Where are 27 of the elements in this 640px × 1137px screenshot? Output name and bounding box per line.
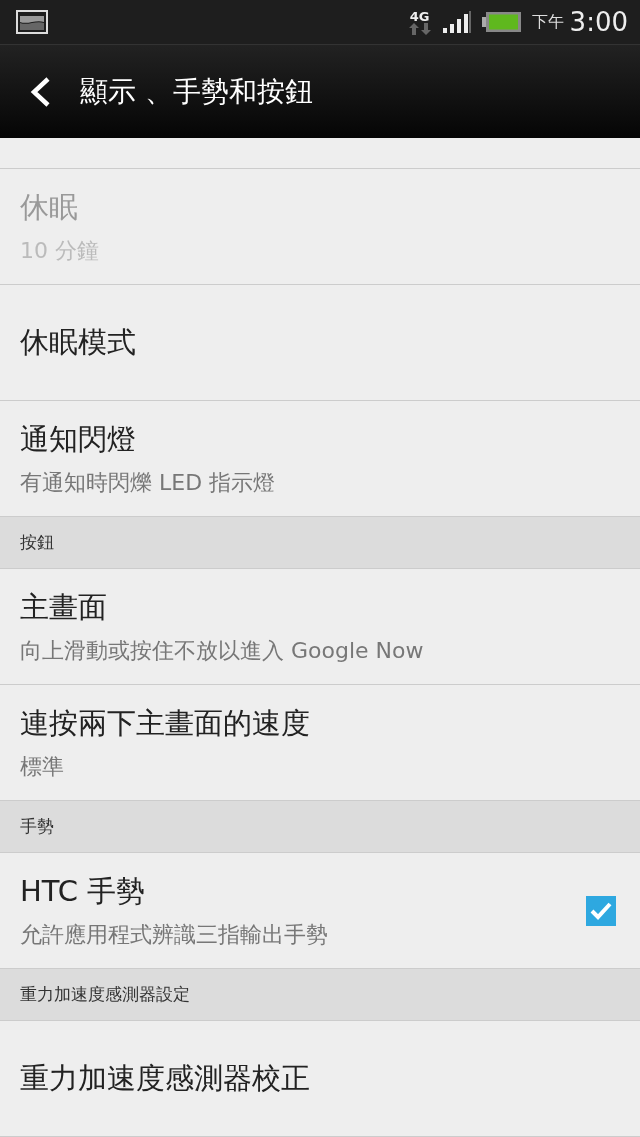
section-header: 手勢 bbox=[20, 815, 54, 838]
item-title: 休眠模式 bbox=[20, 323, 137, 361]
time-period: 下午 bbox=[531, 11, 564, 33]
clock: 3:00 bbox=[569, 7, 628, 37]
item-summary: 標準 bbox=[20, 752, 65, 781]
back-icon[interactable] bbox=[28, 75, 52, 108]
network-type: 4G bbox=[409, 9, 430, 23]
item-title: 連按兩下主畫面的速度 bbox=[20, 704, 311, 742]
data-arrows-icon bbox=[407, 22, 432, 35]
screen-title: 顯示 、手勢和按鈕 bbox=[80, 73, 313, 110]
item-summary: 允許應用程式辨識三指輸出手勢 bbox=[20, 920, 329, 949]
signal-icon bbox=[441, 10, 472, 34]
item-title: 通知閃燈 bbox=[20, 420, 137, 458]
item-summary: 向上滑動或按住不放以進入 Google Now bbox=[20, 636, 425, 665]
image-notification-icon bbox=[16, 10, 48, 34]
item-summary: 有通知時閃爍 LED 指示燈 bbox=[20, 468, 277, 497]
settings-item[interactable]: 主畫面 向上滑動或按住不放以進入 Google Now bbox=[0, 569, 640, 685]
checkbox[interactable] bbox=[586, 895, 616, 926]
section-header: 重力加速度感測器設定 bbox=[20, 983, 190, 1006]
item-title: 休眠 bbox=[20, 188, 79, 226]
section-header: 按鈕 bbox=[20, 531, 54, 554]
item-title: HTC 手勢 bbox=[20, 872, 147, 910]
settings-item[interactable]: 重力加速度感測器校正 bbox=[0, 1021, 640, 1137]
item-title: 重力加速度感測器校正 bbox=[20, 1059, 311, 1097]
battery-icon bbox=[481, 10, 522, 34]
item-title: 主畫面 bbox=[20, 588, 108, 626]
settings-item[interactable]: 休眠模式 bbox=[0, 285, 640, 401]
